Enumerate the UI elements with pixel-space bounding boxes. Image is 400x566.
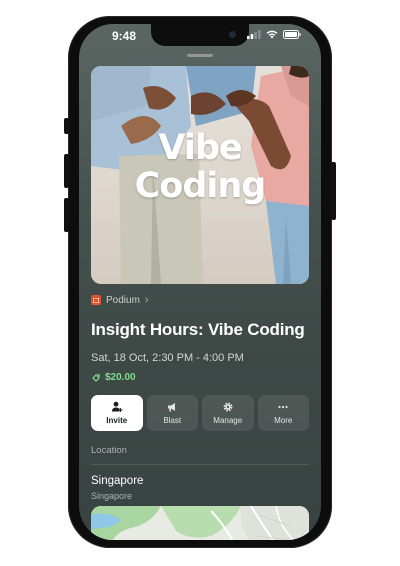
chevron-right-icon: › xyxy=(144,294,149,306)
ellipsis-icon xyxy=(278,405,288,409)
manage-label: Manage xyxy=(213,416,243,425)
blast-label: Blast xyxy=(163,416,182,425)
dynamic-island xyxy=(151,24,249,46)
event-details: Podium › Insight Hours: Vibe Coding Sat,… xyxy=(91,294,309,501)
action-buttons: Invite Blast Manage More xyxy=(91,395,309,431)
volume-down-button xyxy=(64,198,69,232)
camera-icon xyxy=(229,31,236,38)
event-datetime: Sat, 18 Oct, 2:30 PM - 4:00 PM xyxy=(91,352,244,364)
gear-icon xyxy=(223,402,233,412)
ticket-icon xyxy=(92,373,100,382)
price-label: $20.00 xyxy=(105,372,136,383)
location-section-label: Location xyxy=(91,445,127,456)
volume-up-button xyxy=(64,154,69,188)
cover-title-line-2: Coding xyxy=(134,166,267,206)
divider xyxy=(91,464,309,465)
event-cover-image: Vibe Coding xyxy=(91,66,309,284)
more-label: More xyxy=(274,416,293,425)
signal-icon xyxy=(247,30,261,39)
more-button[interactable]: More xyxy=(257,395,309,431)
invite-label: Invite xyxy=(106,416,128,425)
wifi-icon xyxy=(266,30,278,39)
sheet-grabber[interactable] xyxy=(187,54,213,57)
status-time: 9:48 xyxy=(112,29,137,43)
invite-button[interactable]: Invite xyxy=(91,395,143,431)
map-illustration xyxy=(91,506,309,540)
battery-icon xyxy=(283,30,301,39)
cover-title-line-1: Vibe xyxy=(158,128,242,168)
power-button xyxy=(331,162,336,220)
blast-button[interactable]: Blast xyxy=(146,395,198,431)
status-bar: 9:48 xyxy=(79,24,321,46)
manage-button[interactable]: Manage xyxy=(202,395,254,431)
organizer-row[interactable]: Podium › xyxy=(91,294,309,306)
location-subtitle: Singapore xyxy=(91,491,133,501)
person-add-icon xyxy=(111,401,123,412)
event-title: Insight Hours: Vibe Coding xyxy=(91,320,305,339)
location-map[interactable] xyxy=(91,506,309,540)
megaphone-icon xyxy=(168,403,176,412)
event-price: $20.00 xyxy=(91,372,309,383)
status-icons xyxy=(247,30,301,39)
organizer-name: Podium xyxy=(106,294,140,306)
phone-screen: 9:48 Vibe Coding Podium › Insight Hours:… xyxy=(79,24,321,540)
mute-switch xyxy=(64,118,69,134)
location-name[interactable]: Singapore xyxy=(91,475,309,487)
organizer-logo-icon xyxy=(91,295,101,305)
